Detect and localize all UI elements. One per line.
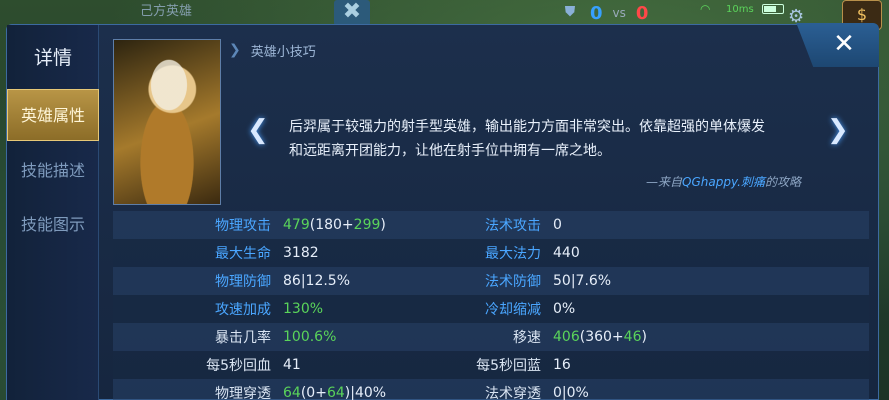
team-icon: ⛊ bbox=[564, 4, 576, 20]
stat-label: 最大生命 bbox=[215, 246, 271, 262]
stat-label: 攻速加成 bbox=[215, 302, 271, 318]
stat-row: 每5秒回血 41 每5秒回蓝 16 bbox=[113, 351, 869, 379]
stat-value: 3182 bbox=[283, 245, 319, 261]
stat-label: 每5秒回蓝 bbox=[476, 358, 541, 374]
team-label: 己方英雄 bbox=[140, 4, 193, 19]
stat-label: 物理防御 bbox=[215, 274, 271, 290]
stat-value: 440 bbox=[553, 245, 580, 261]
stat-row: 攻速加成 130% 冷却缩减 0% bbox=[113, 295, 869, 323]
stat-row: 物理穿透 64(0+64)|40% 法术穿透 0|0% bbox=[113, 379, 869, 400]
stat-label: 移速 bbox=[513, 330, 541, 346]
game-topbar: 己方英雄 ✖ ⛊ 0 vs 0 ◠ 10ms ⚙ $ bbox=[0, 0, 889, 30]
score-area: ⛊ 0 vs 0 bbox=[560, 0, 649, 26]
stat-label: 最大法力 bbox=[485, 246, 541, 262]
close-icon[interactable]: ✕ bbox=[796, 23, 879, 67]
stat-label: 冷却缩减 bbox=[485, 302, 541, 318]
top-close-icon[interactable]: ✖ bbox=[334, 0, 370, 26]
stat-label: 每5秒回血 bbox=[206, 358, 271, 374]
score-left: 0 bbox=[590, 2, 603, 24]
tips-credit: —来自QGhappy.刺痛的攻略 bbox=[646, 173, 801, 190]
score-right: 0 bbox=[635, 2, 649, 24]
stat-label: 物理攻击 bbox=[215, 218, 271, 234]
stat-value: 479(180+299) bbox=[283, 217, 386, 233]
stat-value: 100.6% bbox=[283, 329, 337, 345]
battery-icon bbox=[761, 4, 784, 14]
sidebar-title: 详情 bbox=[33, 47, 72, 69]
stat-label: 法术攻击 bbox=[485, 218, 541, 234]
tips-text: 后羿属于较强力的射手型英雄，输出能力方面非常突出。依靠超强的单体爆发和远距离开团… bbox=[289, 119, 765, 159]
score-vs: vs bbox=[612, 6, 626, 20]
wifi-icon: ◠ bbox=[700, 2, 711, 16]
tips-title: 英雄小技巧 bbox=[250, 44, 316, 60]
chevron-right-icon: ❯ bbox=[229, 42, 241, 58]
status-area: ◠ 10ms bbox=[700, 2, 784, 16]
stat-value: 0% bbox=[553, 301, 576, 317]
stat-value: 41 bbox=[283, 357, 301, 373]
stat-value: 50|7.6% bbox=[553, 273, 612, 289]
stat-row: 物理攻击 479(180+299) 法术攻击 0 bbox=[113, 211, 869, 239]
stat-value: 16 bbox=[553, 357, 571, 373]
stat-value: 86|12.5% bbox=[283, 273, 351, 289]
stat-value: 64(0+64)|40% bbox=[283, 385, 387, 400]
stat-label: 法术穿透 bbox=[485, 386, 541, 400]
tab-hero-attributes[interactable]: 英雄属性 bbox=[7, 89, 99, 141]
tab-skill-description[interactable]: 技能描述 bbox=[7, 145, 99, 197]
stat-label: 法术防御 bbox=[485, 274, 541, 290]
hero-portrait-art bbox=[144, 50, 194, 120]
credit-prefix: —来自 bbox=[646, 175, 683, 189]
stat-value: 0 bbox=[553, 217, 562, 233]
chevron-left-icon[interactable]: ❮ bbox=[247, 115, 269, 145]
stats-table: 物理攻击 479(180+299) 法术攻击 0 最大生命 3182 最大法力 … bbox=[113, 211, 869, 400]
tab-skill-diagram[interactable]: 技能图示 bbox=[7, 199, 99, 251]
stat-row: 物理防御 86|12.5% 法术防御 50|7.6% bbox=[113, 267, 869, 295]
stat-row: 暴击几率 100.6% 移速 406(360+46) bbox=[113, 323, 869, 351]
tips-header: ❯ 英雄小技巧 bbox=[229, 39, 316, 61]
details-sidebar: 详情 英雄属性 技能描述 技能图示 bbox=[7, 25, 99, 400]
hero-portrait bbox=[113, 39, 221, 205]
hero-details-panel: 详情 英雄属性 技能描述 技能图示 ❯ 英雄小技巧 ❮ 后羿属于较强力的射手型英… bbox=[6, 23, 879, 400]
stat-value: 406(360+46) bbox=[553, 329, 647, 345]
stat-label: 物理穿透 bbox=[215, 386, 271, 400]
tips-box: ❮ 后羿属于较强力的射手型英雄，输出能力方面非常突出。依靠超强的单体爆发和远距离… bbox=[231, 65, 871, 195]
credit-suffix: 的攻略 bbox=[764, 175, 801, 189]
chevron-right-icon[interactable]: ❯ bbox=[827, 115, 849, 145]
stat-row: 最大生命 3182 最大法力 440 bbox=[113, 239, 869, 267]
stat-label: 暴击几率 bbox=[215, 330, 271, 346]
credit-author[interactable]: QGhappy.刺痛 bbox=[682, 175, 765, 189]
stat-value: 0|0% bbox=[553, 385, 589, 400]
ping-readout: 10ms bbox=[726, 3, 754, 15]
stat-value: 130% bbox=[283, 301, 324, 317]
